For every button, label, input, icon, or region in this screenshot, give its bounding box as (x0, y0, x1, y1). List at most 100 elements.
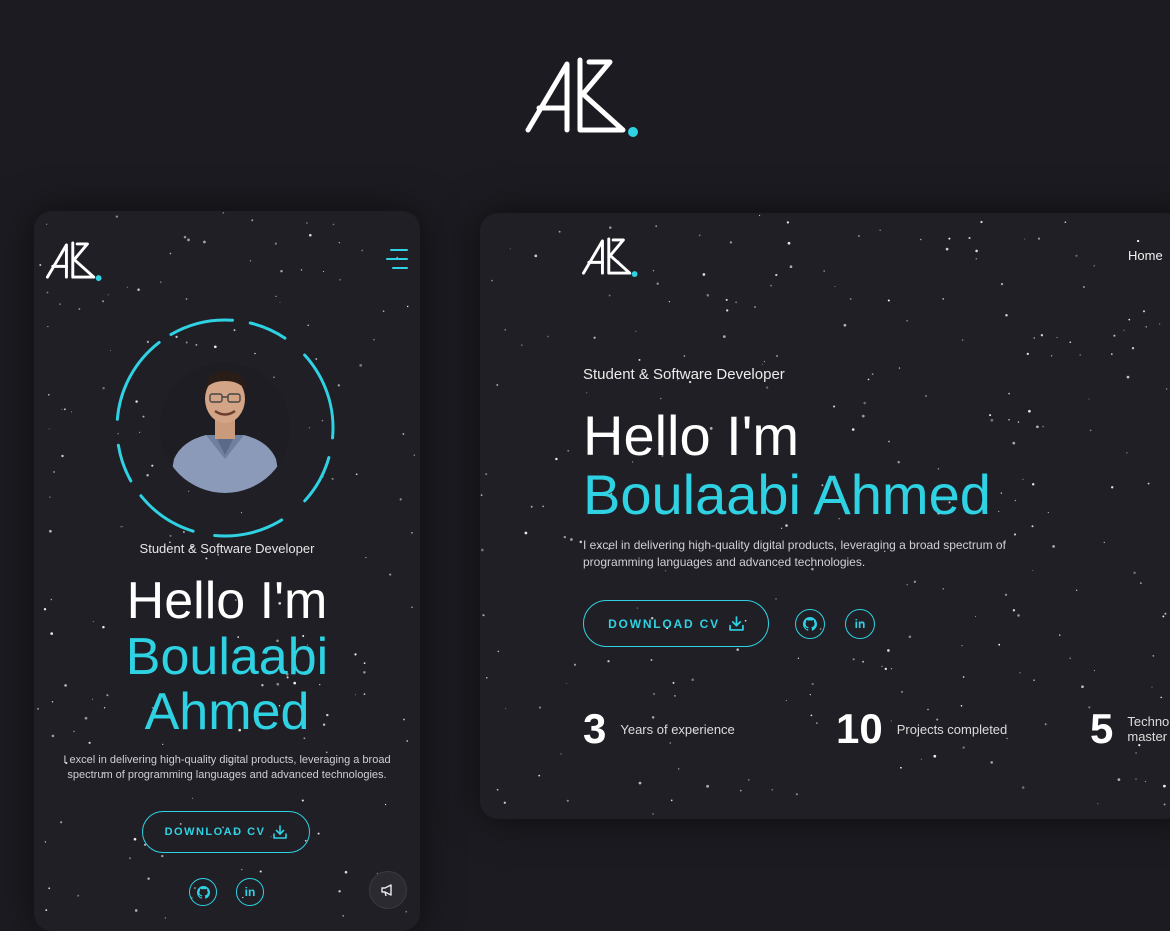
star (1022, 478, 1024, 481)
ak-logo (525, 57, 638, 137)
star (1123, 329, 1125, 331)
star (607, 660, 610, 663)
star (867, 378, 870, 381)
star (344, 870, 348, 874)
desktop-preview: Home Student & Software Developer Hello … (480, 213, 1170, 819)
nav-home[interactable]: Home (1128, 248, 1163, 263)
star (102, 387, 105, 390)
star (1044, 723, 1047, 726)
star (1136, 239, 1140, 243)
star (77, 894, 80, 897)
stat-number: 5 (1090, 705, 1114, 752)
star (338, 242, 340, 244)
star (137, 288, 140, 291)
star (382, 310, 385, 313)
announcement-button[interactable] (369, 871, 407, 909)
download-cv-button[interactable]: DOWNLOAD CV (583, 600, 769, 647)
star (1131, 347, 1135, 350)
star (342, 914, 345, 917)
star (1142, 310, 1146, 313)
hero-name-first: Boulaabi (125, 628, 329, 686)
star (660, 397, 662, 400)
star (702, 273, 706, 276)
star (1042, 425, 1044, 428)
star (1103, 541, 1105, 544)
download-icon (729, 616, 744, 631)
star (795, 793, 798, 796)
linkedin-link[interactable]: in (845, 609, 875, 639)
download-cv-button[interactable]: DOWNLOAD CV (142, 811, 310, 853)
ak-logo[interactable] (582, 237, 638, 277)
star (1012, 609, 1016, 612)
star (809, 693, 812, 696)
star (1012, 441, 1016, 445)
star (906, 320, 908, 322)
star (47, 326, 49, 328)
star (560, 753, 562, 755)
star (1017, 614, 1020, 617)
github-link[interactable] (189, 878, 217, 906)
star (496, 788, 499, 791)
github-link[interactable] (795, 609, 825, 639)
stat-label: Projects completed (896, 721, 1008, 737)
star (1159, 323, 1161, 325)
star (78, 308, 81, 310)
linkedin-link[interactable]: in (236, 878, 264, 906)
star (862, 660, 865, 663)
star (88, 741, 91, 744)
star (945, 247, 949, 251)
linkedin-icon: in (244, 885, 256, 899)
star (48, 428, 50, 430)
download-cv-label: DOWNLOAD CV (164, 826, 266, 838)
star (962, 676, 965, 678)
star (509, 248, 511, 250)
ak-logo[interactable] (44, 241, 104, 281)
star (480, 548, 484, 552)
star (361, 249, 364, 252)
star (547, 335, 549, 338)
star (771, 788, 774, 791)
star (726, 309, 729, 312)
star (60, 821, 63, 824)
star (898, 367, 901, 369)
star (1088, 398, 1090, 400)
star (1000, 492, 1003, 494)
star (775, 598, 777, 600)
star (338, 890, 341, 893)
hero-name: Boulaabi Ahmed (583, 463, 991, 526)
star (609, 226, 612, 229)
hamburger-menu-icon[interactable] (386, 249, 408, 273)
star (1081, 685, 1084, 689)
star (747, 779, 750, 781)
star (652, 813, 654, 815)
stat-number: 3 (583, 705, 607, 752)
star (573, 663, 577, 666)
star (274, 242, 278, 245)
star (365, 556, 367, 559)
star (205, 557, 208, 560)
stat-number: 10 (836, 705, 883, 752)
star (1026, 352, 1029, 355)
star (1058, 634, 1061, 636)
star (251, 219, 254, 222)
star (989, 414, 992, 417)
star (185, 298, 188, 300)
star (990, 761, 993, 764)
star (1145, 326, 1147, 328)
star (1135, 752, 1137, 754)
star (579, 540, 583, 544)
star (542, 505, 544, 508)
star (608, 294, 611, 297)
github-icon (803, 617, 817, 631)
star (399, 498, 402, 501)
star (147, 877, 150, 880)
star (908, 635, 912, 639)
star (164, 917, 166, 919)
star (521, 344, 523, 346)
star (834, 285, 836, 287)
star (739, 789, 742, 792)
star (1004, 593, 1008, 596)
star (183, 235, 187, 239)
stat-technologies: 5 Techno master (1090, 706, 1169, 752)
star (1097, 803, 1099, 805)
